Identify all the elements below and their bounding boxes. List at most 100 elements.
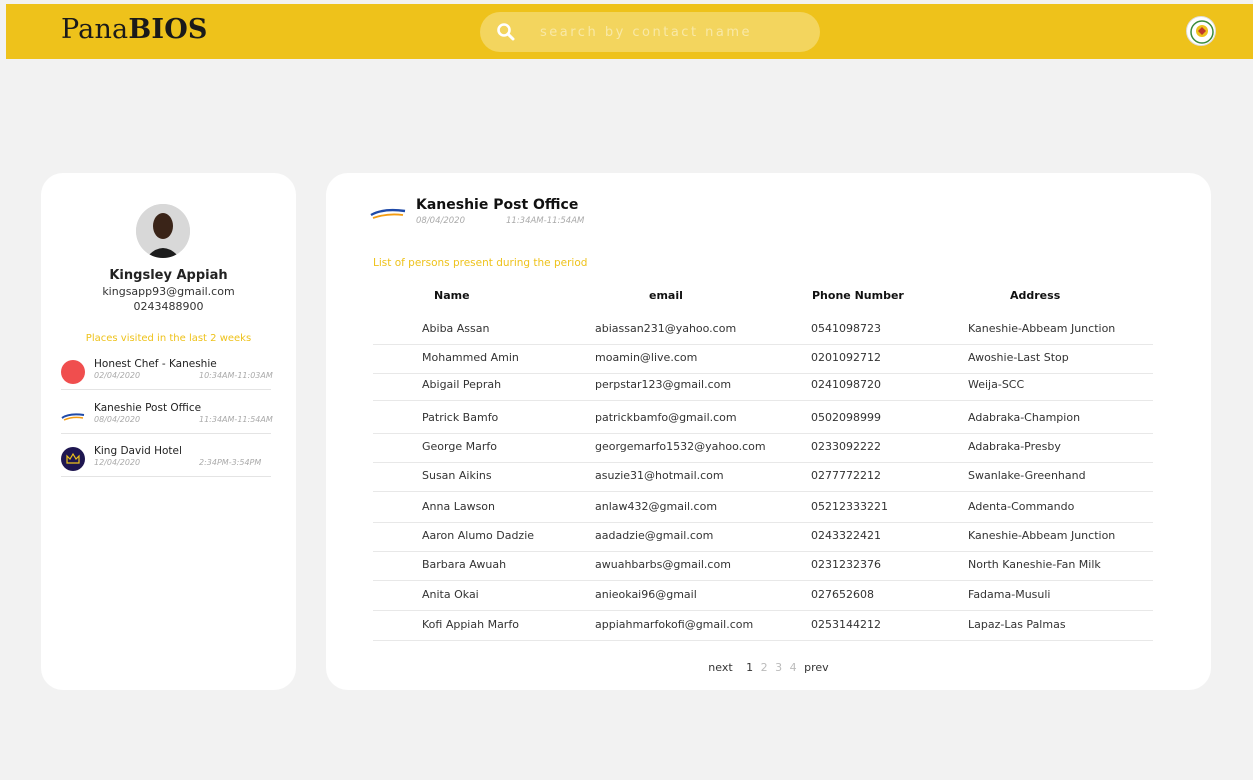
cell-email: abiassan231@yahoo.com	[595, 322, 737, 335]
cell-phone: 0241098720	[811, 378, 881, 391]
visit-time: 2:34PM-3:54PM	[199, 458, 262, 467]
cell-email: asuzie31@hotmail.com	[595, 469, 724, 482]
cell-address: Awoshie-Last Stop	[968, 351, 1069, 364]
column-header-name[interactable]: Name	[434, 289, 470, 302]
location-detail-card: Kaneshie Post Office 08/04/2020 11:34AM-…	[326, 173, 1211, 690]
cell-email: georgemarfo1532@yahoo.com	[595, 440, 766, 453]
visit-name: King David Hotel	[94, 445, 182, 457]
crown-icon	[61, 447, 85, 471]
brand-logo[interactable]: PanaBIOS	[61, 14, 208, 45]
profile-card: Kingsley Appiah kingsapp93@gmail.com 024…	[41, 173, 296, 690]
cell-phone: 0541098723	[811, 322, 881, 335]
cell-phone: 0502098999	[811, 411, 881, 424]
avatar	[136, 204, 190, 258]
ghana-post-logo-icon	[369, 198, 407, 228]
cell-email: aadadzie@gmail.com	[595, 529, 714, 542]
prev-page-link[interactable]: prev	[804, 661, 829, 674]
cell-email: anlaw432@gmail.com	[595, 500, 718, 513]
cell-name: Anita Okai	[422, 588, 479, 601]
cell-name: Barbara Awuah	[422, 558, 507, 571]
cell-address: Fadama-Musuli	[968, 588, 1051, 601]
cell-address: Adenta-Commando	[968, 500, 1075, 513]
visit-time: 10:34AM-11:03AM	[199, 371, 273, 380]
cell-email: appiahmarfokofi@gmail.com	[595, 618, 754, 631]
table-row[interactable]: George Marfo georgemarfo1532@yahoo.com 0…	[373, 433, 1153, 463]
cell-name: Susan Aikins	[422, 469, 492, 482]
cell-address: Swanlake-Greenhand	[968, 469, 1086, 482]
cell-phone: 05212333221	[811, 500, 888, 513]
table-row[interactable]: Patrick Bamfo patrickbamfo@gmail.com 050…	[373, 404, 1153, 434]
coat-of-arms-logo[interactable]	[1186, 16, 1216, 46]
ghana-post-logo-icon	[61, 404, 85, 428]
seal-icon	[1190, 20, 1214, 44]
search-icon[interactable]	[496, 22, 516, 42]
table-row[interactable]: Susan Aikins asuzie31@hotmail.com 027777…	[373, 462, 1153, 492]
visit-item[interactable]: Kaneshie Post Office 08/04/2020 11:34AM-…	[61, 400, 273, 434]
visit-date: 08/04/2020	[94, 415, 141, 424]
cell-name: Mohammed Amin	[422, 351, 519, 364]
page-link-2[interactable]: 2	[761, 661, 768, 674]
column-header-email[interactable]: email	[649, 289, 683, 302]
cell-phone: 0243322421	[811, 529, 881, 542]
top-bar: PanaBIOS	[6, 4, 1253, 59]
page-link-1[interactable]: 1	[746, 661, 753, 674]
cell-name: Anna Lawson	[422, 500, 496, 513]
table-row[interactable]: Kofi Appiah Marfo appiahmarfokofi@gmail.…	[373, 611, 1153, 641]
cell-name: Aaron Alumo Dadzie	[422, 529, 535, 542]
cell-name: George Marfo	[422, 440, 497, 453]
cell-name: Abigail Peprah	[422, 378, 502, 391]
table-header: Name email Phone Number Address	[373, 285, 1153, 315]
visit-date: 02/04/2020	[94, 371, 141, 380]
cell-address: Adabraka-Champion	[968, 411, 1081, 424]
cell-address: Weija-SCC	[968, 378, 1025, 391]
column-header-address[interactable]: Address	[1010, 289, 1060, 302]
cell-phone: 0253144212	[811, 618, 881, 631]
visit-item[interactable]: King David Hotel 12/04/2020 2:34PM-3:54P…	[61, 443, 271, 477]
cell-email: perpstar123@gmail.com	[595, 378, 732, 391]
brand-bold-text: BIOS	[128, 14, 208, 45]
cell-name: Kofi Appiah Marfo	[422, 618, 519, 631]
cell-address: North Kaneshie-Fan Milk	[968, 558, 1101, 571]
pagination: next 1 2 3 4 prev	[326, 661, 1211, 674]
person-icon	[136, 204, 190, 258]
next-page-link[interactable]: next	[708, 661, 732, 674]
places-heading: Places visited in the last 2 weeks	[85, 333, 252, 344]
page-link-3[interactable]: 3	[775, 661, 782, 674]
visit-name: Honest Chef - Kaneshie	[94, 358, 217, 370]
cell-phone: 0231232376	[811, 558, 881, 571]
location-title: Kaneshie Post Office	[416, 197, 579, 213]
table-row[interactable]: Aaron Alumo Dadzie aadadzie@gmail.com 02…	[373, 522, 1153, 552]
cell-phone: 027652608	[811, 588, 874, 601]
visit-date: 12/04/2020	[94, 458, 141, 467]
cell-address: Kaneshie-Abbeam Junction	[968, 322, 1116, 335]
visit-item[interactable]: Honest Chef - Kaneshie 02/04/2020 10:34A…	[61, 356, 273, 390]
search-bar[interactable]	[480, 12, 820, 52]
column-header-phone[interactable]: Phone Number	[812, 289, 904, 302]
cell-phone: 0233092222	[811, 440, 881, 453]
page-link-4[interactable]: 4	[790, 661, 797, 674]
cell-email: anieokai96@gmail	[595, 588, 697, 601]
visit-name: Kaneshie Post Office	[94, 402, 202, 414]
cell-address: Adabraka-Presby	[968, 440, 1061, 453]
table-row[interactable]: Abigail Peprah perpstar123@gmail.com 024…	[373, 371, 1153, 401]
profile-phone: 0243488900	[133, 300, 204, 313]
location-date: 08/04/2020	[416, 216, 465, 226]
profile-name: Kingsley Appiah	[109, 268, 228, 283]
cell-email: awuahbarbs@gmail.com	[595, 558, 731, 571]
table-row[interactable]: Anita Okai anieokai96@gmail 027652608 Fa…	[373, 581, 1153, 611]
visit-time: 11:34AM-11:54AM	[199, 415, 273, 424]
cell-name: Abiba Assan	[422, 322, 490, 335]
cell-phone: 0277772212	[811, 469, 881, 482]
table-row[interactable]: Abiba Assan abiassan231@yahoo.com 054109…	[373, 315, 1153, 345]
location-time: 11:34AM-11:54AM	[506, 216, 585, 226]
persons-list-caption: List of persons present during the perio…	[373, 257, 588, 269]
table-row[interactable]: Barbara Awuah awuahbarbs@gmail.com 02312…	[373, 551, 1153, 581]
cell-email: patrickbamfo@gmail.com	[595, 411, 737, 424]
brand-light-text: Pana	[61, 14, 129, 45]
cell-email: moamin@live.com	[595, 351, 698, 364]
cell-phone: 0201092712	[811, 351, 881, 364]
table-row[interactable]: Anna Lawson anlaw432@gmail.com 052123332…	[373, 493, 1153, 523]
search-input[interactable]	[540, 21, 800, 43]
table-row[interactable]: Mohammed Amin moamin@live.com 0201092712…	[373, 344, 1153, 374]
honest-chef-logo-icon	[61, 360, 85, 384]
